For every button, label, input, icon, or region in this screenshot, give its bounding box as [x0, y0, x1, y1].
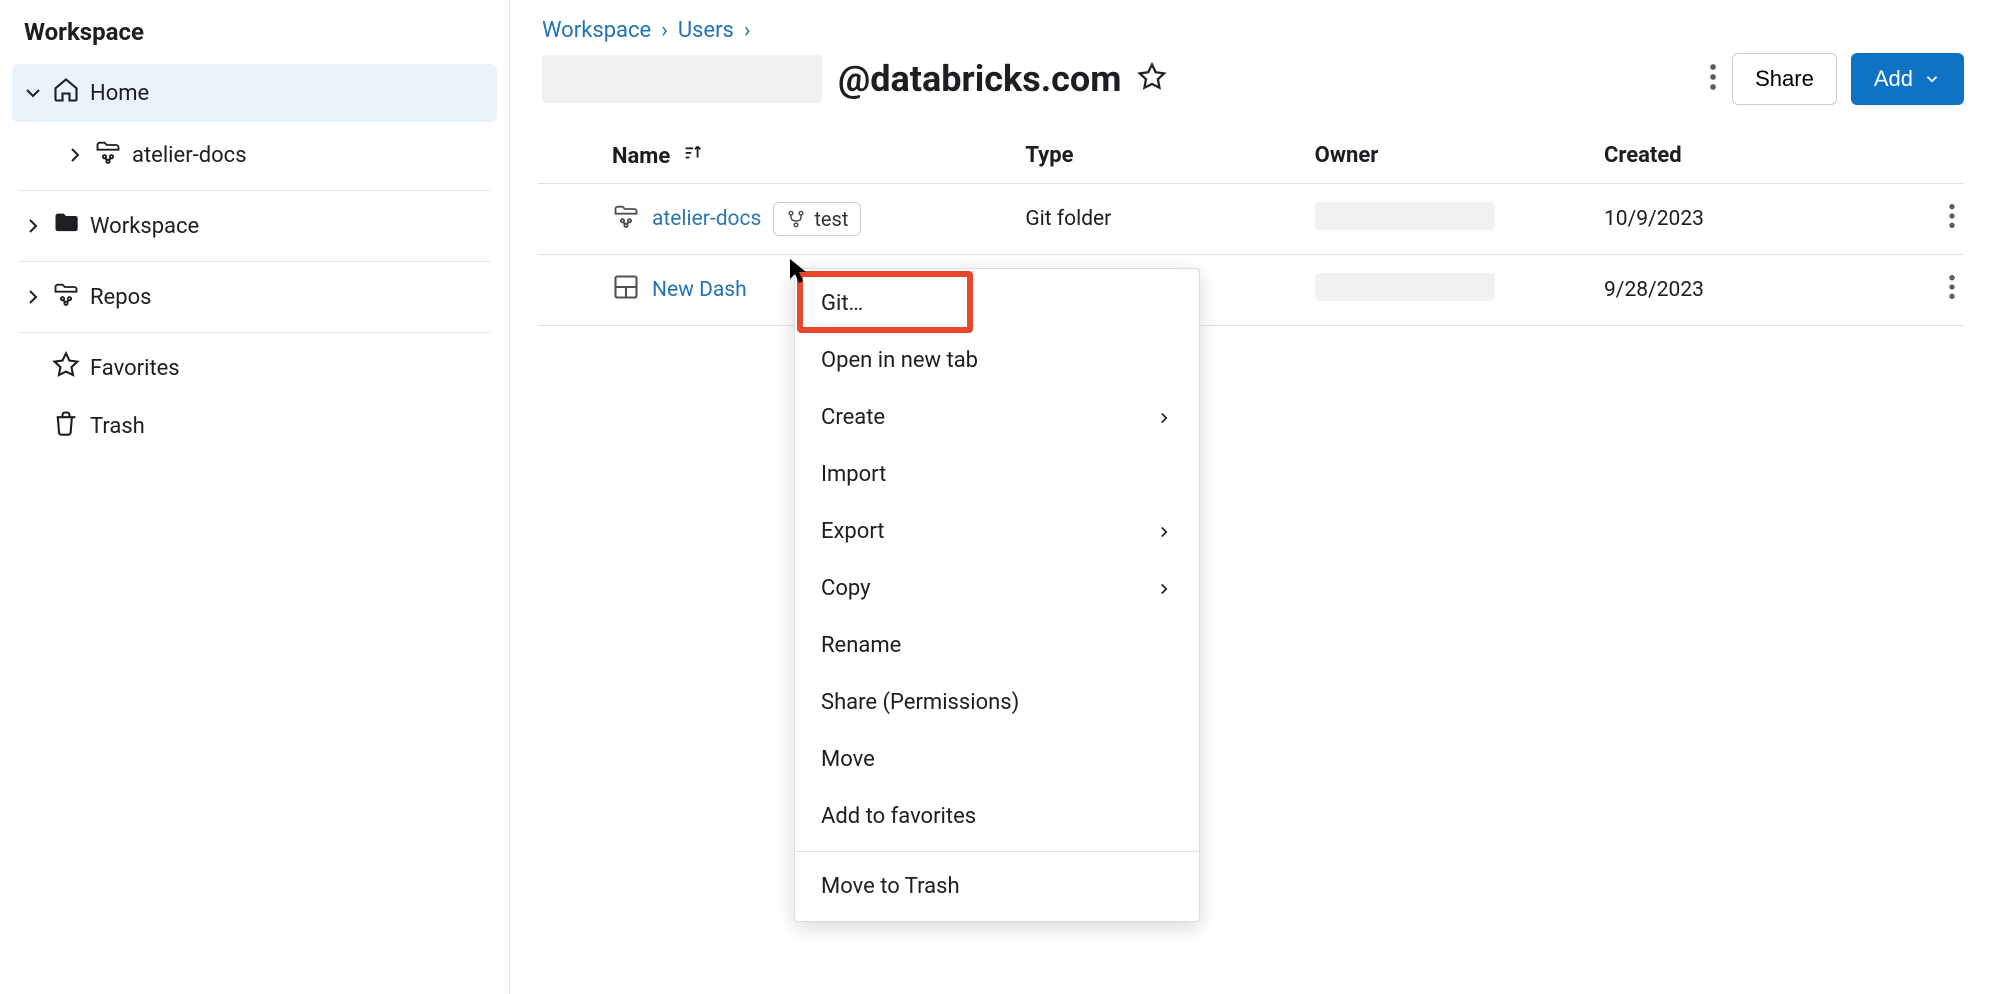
sidebar-title: Workspace — [0, 18, 509, 64]
git-branch-tag[interactable]: test — [773, 202, 861, 236]
menu-item-trash[interactable]: Move to Trash — [795, 858, 1199, 915]
menu-item-import[interactable]: Import — [795, 446, 1199, 503]
star-outline-icon[interactable] — [1137, 62, 1167, 96]
menu-item-create[interactable]: Create — [795, 389, 1199, 446]
sort-asc-icon — [682, 141, 704, 163]
breadcrumb-sep-icon: › — [744, 18, 751, 43]
chevron-down-icon — [24, 81, 42, 105]
star-icon — [52, 351, 80, 385]
dashboard-icon — [612, 273, 640, 307]
sidebar-item-label: Repos — [90, 285, 151, 310]
divider — [18, 332, 491, 333]
context-menu: Git… Open in new tab Create Import Expor… — [794, 268, 1200, 922]
menu-item-favorites[interactable]: Add to favorites — [795, 788, 1199, 845]
column-header-actions — [1902, 127, 1964, 184]
breadcrumb-users[interactable]: Users — [678, 18, 734, 43]
cell-type: Git folder — [1013, 184, 1302, 255]
trash-icon — [52, 409, 80, 443]
header: @databricks.com Share Add — [538, 49, 1964, 127]
cell-owner — [1303, 255, 1592, 326]
menu-item-rename[interactable]: Rename — [795, 617, 1199, 674]
menu-item-move[interactable]: Move — [795, 731, 1199, 788]
folder-icon — [52, 209, 80, 243]
cell-created: 9/28/2023 — [1592, 255, 1902, 326]
cell-created: 10/9/2023 — [1592, 184, 1902, 255]
chevron-right-icon — [1155, 523, 1173, 541]
menu-item-open-tab[interactable]: Open in new tab — [795, 332, 1199, 389]
chevron-down-icon — [1923, 70, 1941, 88]
sidebar-item-repos[interactable]: Repos — [0, 268, 509, 326]
chevron-right-icon — [24, 285, 42, 309]
kebab-menu-icon[interactable] — [1708, 62, 1718, 96]
user-prefix-redacted — [542, 55, 822, 103]
cell-owner — [1303, 184, 1592, 255]
divider — [18, 261, 491, 262]
breadcrumb: Workspace › Users › — [538, 0, 1964, 49]
divider — [18, 190, 491, 191]
row-kebab-menu[interactable] — [1902, 255, 1964, 326]
column-header-name[interactable]: Name — [538, 127, 1013, 184]
main: Workspace › Users › @databricks.com Shar… — [510, 0, 1992, 994]
table-row[interactable]: atelier-docs test Git folder 10/9/2023 — [538, 184, 1964, 255]
git-folder-icon — [52, 280, 80, 314]
sidebar-item-workspace[interactable]: Workspace — [0, 197, 509, 255]
chevron-right-icon — [24, 214, 42, 238]
breadcrumb-sep-icon: › — [661, 18, 668, 43]
file-table: Name Type Owner Created — [538, 127, 1964, 326]
owner-redacted — [1315, 273, 1495, 301]
branch-label: test — [814, 207, 848, 231]
owner-redacted — [1315, 202, 1495, 230]
menu-item-export[interactable]: Export — [795, 503, 1199, 560]
add-button[interactable]: Add — [1851, 53, 1964, 105]
column-header-created[interactable]: Created — [1592, 127, 1902, 184]
sidebar-item-home[interactable]: Home — [12, 64, 497, 122]
sidebar-item-trash[interactable]: Trash — [0, 397, 509, 455]
menu-item-share[interactable]: Share (Permissions) — [795, 674, 1199, 731]
breadcrumb-workspace[interactable]: Workspace — [542, 18, 651, 43]
home-icon — [52, 76, 80, 110]
table-row[interactable]: New Dash Dashbo… 9/28/2023 — [538, 255, 1964, 326]
chevron-right-icon — [1155, 409, 1173, 427]
chevron-right-icon — [66, 143, 84, 167]
sidebar-item-label: Favorites — [90, 356, 180, 381]
page-title: @databricks.com — [838, 58, 1121, 100]
share-button[interactable]: Share — [1732, 53, 1837, 105]
chevron-right-icon — [1155, 580, 1173, 598]
sidebar-item-favorites[interactable]: Favorites — [0, 339, 509, 397]
file-name-link[interactable]: New Dash — [652, 278, 747, 302]
sidebar: Workspace Home atelier-docs — [0, 0, 510, 994]
sidebar-item-label: Home — [90, 81, 149, 106]
sidebar-item-label: Trash — [90, 414, 145, 439]
git-folder-icon — [94, 138, 122, 172]
column-header-owner[interactable]: Owner — [1303, 127, 1592, 184]
menu-item-copy[interactable]: Copy — [795, 560, 1199, 617]
branch-icon — [786, 209, 806, 229]
sidebar-item-label: atelier-docs — [132, 143, 247, 168]
git-folder-icon — [612, 202, 640, 236]
sidebar-item-label: Workspace — [90, 214, 199, 239]
menu-divider — [795, 851, 1199, 852]
row-kebab-menu[interactable] — [1902, 184, 1964, 255]
menu-item-git[interactable]: Git… — [795, 275, 1199, 332]
file-name-link[interactable]: atelier-docs — [652, 207, 761, 231]
sidebar-item-atelier-docs[interactable]: atelier-docs — [0, 126, 509, 184]
column-header-type[interactable]: Type — [1013, 127, 1302, 184]
